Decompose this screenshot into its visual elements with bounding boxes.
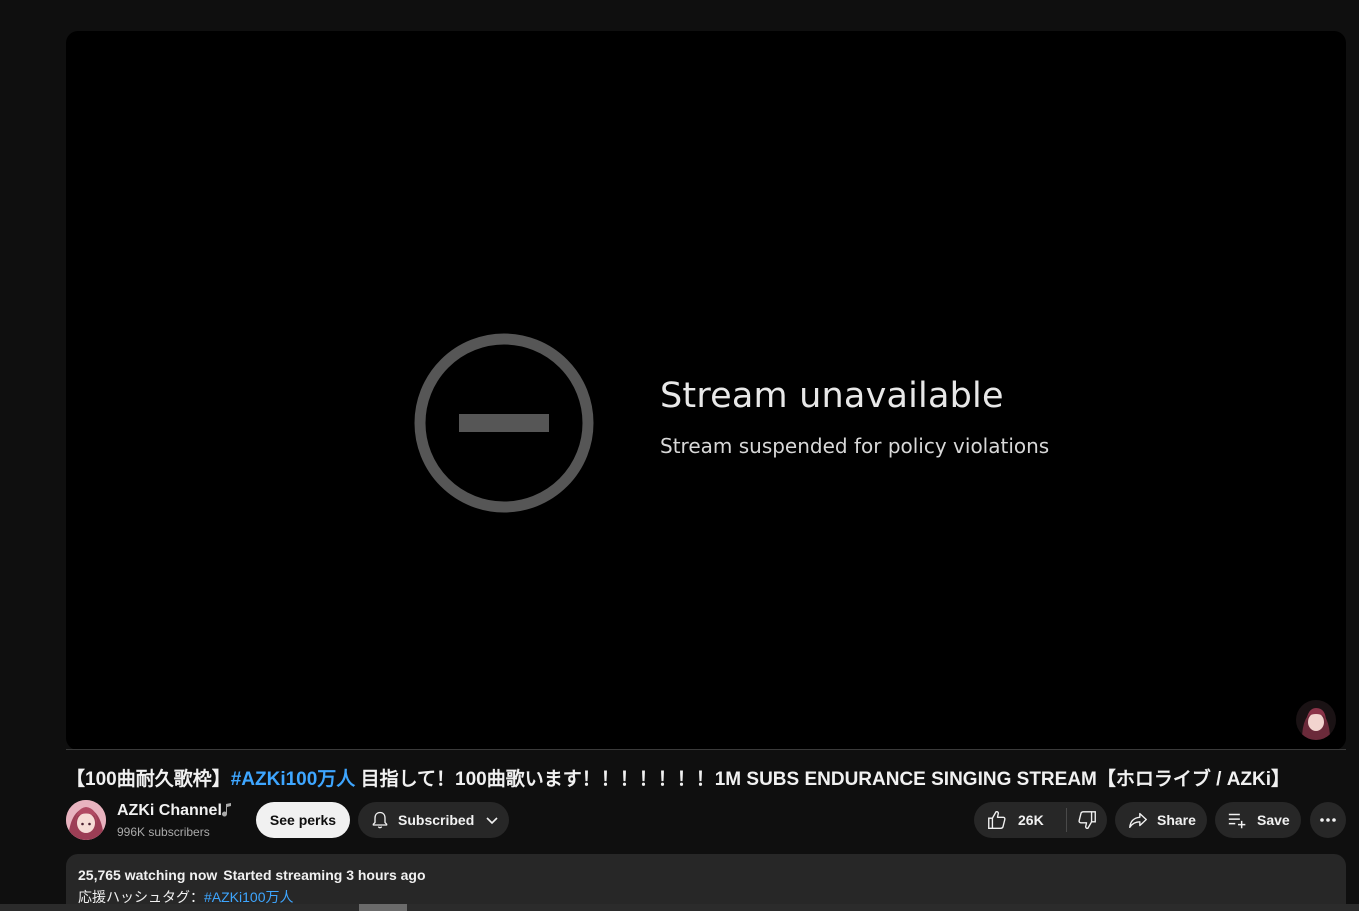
video-player[interactable]: Stream unavailable Stream suspended for …: [66, 31, 1346, 750]
watching-count: 25,765 watching now: [78, 867, 218, 883]
playlist-add-icon: [1228, 813, 1246, 829]
see-perks-label: See perks: [269, 812, 337, 828]
channel-name[interactable]: AZKi Channel: [117, 802, 222, 820]
description-hashtag-label: 応援ハッシュタグ：: [78, 889, 204, 905]
thumbs-up-icon: [988, 810, 1006, 829]
video-title-hashtag[interactable]: #AZKi100万人: [231, 769, 356, 790]
bell-icon: [372, 811, 388, 829]
dislike-button[interactable]: [1067, 809, 1107, 831]
description-box[interactable]: 25,765 watching now Started streaming 3 h…: [66, 854, 1346, 911]
music-note-icon: [222, 803, 231, 817]
horizontal-scrollbar-thumb[interactable]: [359, 904, 407, 911]
player-error-title: Stream unavailable: [660, 376, 1004, 416]
more-actions-button[interactable]: [1310, 802, 1346, 838]
video-title-rest: 目指して！100曲歌います！！！！！！！1M SUBS ENDURANCE SI…: [355, 769, 1291, 790]
description-stats: 25,765 watching now Started streaming 3 h…: [78, 867, 1334, 883]
share-button[interactable]: Share: [1115, 802, 1207, 838]
channel-avatar[interactable]: [66, 800, 106, 840]
share-icon: [1129, 812, 1147, 829]
save-label: Save: [1257, 812, 1290, 828]
share-label: Share: [1157, 812, 1196, 828]
subscribed-button[interactable]: Subscribed: [358, 802, 509, 838]
like-dislike-group: 26K: [974, 802, 1107, 838]
like-button[interactable]: 26K: [974, 809, 1066, 831]
block-icon: [414, 333, 594, 513]
player-error-subtitle: Stream suspended for policy violations: [660, 434, 1050, 458]
thumbs-down-icon: [1078, 811, 1096, 830]
player-divider: [66, 749, 1346, 750]
see-perks-button[interactable]: See perks: [256, 802, 350, 838]
channel-watermark-avatar[interactable]: [1296, 700, 1336, 740]
subscriber-count: 996K subscribers: [117, 825, 210, 839]
more-horizontal-icon: [1320, 818, 1336, 822]
save-button[interactable]: Save: [1215, 802, 1301, 838]
horizontal-scrollbar-track[interactable]: [0, 904, 1359, 911]
watch-page: Stream unavailable Stream suspended for …: [0, 0, 1359, 911]
subscribed-label: Subscribed: [398, 812, 475, 828]
video-title: 【100曲耐久歌枠】#AZKi100万人 目指して！100曲歌います！！！！！！…: [66, 764, 1351, 791]
started-streaming: Started streaming 3 hours ago: [223, 867, 426, 883]
chevron-down-icon: [486, 817, 498, 825]
description-hashtag-link[interactable]: #AZKi100万人: [204, 889, 293, 905]
video-title-prefix: 【100曲耐久歌枠】: [66, 769, 231, 790]
like-count: 26K: [1018, 812, 1044, 828]
